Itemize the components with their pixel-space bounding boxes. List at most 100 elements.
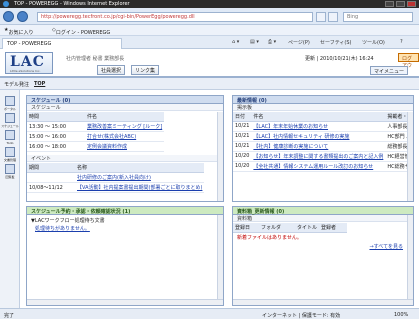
- table-row: 10/20【お知らせ】年末調整に関する書類提出のご案内と記入例HC経営管理室 経…: [233, 151, 413, 162]
- schedule-scrollbar[interactable]: [217, 112, 223, 201]
- docs-hscrollbar[interactable]: [233, 299, 413, 305]
- todo-icon[interactable]: [5, 130, 15, 140]
- nav-label-circular: 回覧板: [5, 175, 15, 179]
- favorite-item-login[interactable]: ◇ ログイン - POWEREGG: [52, 27, 110, 36]
- docs-panel: 資料箱_更新情報 (0) 資料箱 登録日 フォルダ タイトル 登録者 新着ファイルはあ…: [232, 206, 414, 306]
- event-table: 期間 名称 社内研修のご案内(新入社員向け) 10/08～11/12 【VA活動】社…: [27, 163, 205, 193]
- table-row: 10/21 【社内】健康診断の実施について 総務部長: [233, 141, 413, 152]
- docs-scrollbar[interactable]: [407, 215, 413, 300]
- nav-label-schedule: スケジュール: [1, 124, 19, 128]
- status-text: 完了: [4, 313, 15, 319]
- status-bar: 完了 インターネット | 保護モード: 有効 100%: [0, 308, 419, 319]
- reservation-scrollbar[interactable]: [217, 215, 223, 300]
- zone-indicator: インターネット | 保護モード: 有効: [262, 313, 341, 319]
- ie-logo-icon: [3, 1, 9, 7]
- news-link[interactable]: 【お知らせ】年末調整に関する書類提出のご案内と記入例: [253, 154, 383, 160]
- zoom-level[interactable]: 100%: [394, 312, 408, 318]
- news-link[interactable]: 【LAC】年末年始休業のお知らせ: [253, 124, 328, 130]
- nav-label-todo: Todo: [6, 141, 14, 145]
- news-link[interactable]: 【LAC】社内情報セキュリティ 研修の実施: [253, 134, 349, 140]
- table-row: 10/20【全社共通】情報システム運用ルール改訂のお知らせHC総務サービス部長: [233, 161, 413, 172]
- tab-top-poweregg[interactable]: TOP - POWEREGG: [2, 38, 122, 49]
- schedule-panel-title: スケジュール (0): [27, 96, 223, 104]
- address-bar-row: http://poweregg.tecfront.co.jp/cgi-bin/P…: [0, 8, 419, 25]
- portal-icon[interactable]: [5, 96, 15, 106]
- table-row: 10/21 【LAC】年末年始休業のお知らせ 人事部長: [233, 121, 413, 132]
- table-row: 10/21【LAC】社内情報セキュリティ 研修の実施HC部門 人事本部長: [233, 131, 413, 142]
- schedule-link[interactable]: 業務改善案ミーティング [ルーク]: [87, 124, 162, 130]
- news-link[interactable]: 【全社共通】情報システム運用ルール改訂のお知らせ: [253, 164, 373, 170]
- reservation-panel-title: スケジュール予約・承認・依頼確認状況 (1): [27, 207, 223, 215]
- circular-icon[interactable]: [5, 164, 15, 174]
- favorites-button[interactable]: ★ お気に入り: [4, 27, 34, 36]
- menu-model[interactable]: モデル発注: [4, 81, 29, 88]
- docs-table: 登録日 フォルダ タイトル 登録者: [233, 223, 348, 233]
- mymenu-button[interactable]: マイメニュー: [370, 66, 409, 75]
- app-header: LAC Little eSolutions Inc. 社内管理者 秘書 業務部長…: [0, 49, 419, 78]
- home-icon[interactable]: ⌂ ▾: [232, 39, 239, 45]
- page-menu[interactable]: ページ(P): [288, 39, 310, 46]
- back-button[interactable]: [3, 11, 14, 22]
- col-name: 名称: [75, 163, 205, 173]
- documents-icon[interactable]: [5, 147, 15, 157]
- workflow-empty-link[interactable]: 処理待ちがありません。: [35, 225, 90, 232]
- event-link[interactable]: 【VA活動】社内提案書提出期間(部署ごとに取りまとめ): [77, 185, 202, 191]
- news-table: 日付件名掲載者・部署 10/21【LAC】年末年始休業のお知らせ人事部長 10/…: [233, 112, 413, 172]
- table-row: 16:00 ～ 18:00 定例会議資料作成: [27, 141, 165, 152]
- news-subtitle: 掲示板: [233, 104, 413, 111]
- col-folder: フォルダ: [259, 223, 295, 233]
- nav-label-documents: 文書管理: [3, 158, 16, 162]
- left-nav: ポータル スケジュール Todo 文書管理 回覧板: [0, 90, 20, 308]
- print-icon[interactable]: ⎙ ▾: [268, 39, 276, 45]
- reservation-hscrollbar[interactable]: [27, 299, 223, 305]
- close-button[interactable]: [407, 1, 416, 7]
- workflow-heading: ▼LACワークフロー処理待ち文書: [31, 218, 105, 224]
- reservation-panel: スケジュール予約・承認・依頼確認状況 (1) ▼LACワークフロー処理待ち文書 …: [26, 206, 224, 306]
- menu-top[interactable]: TOP: [34, 81, 45, 87]
- window-title-bar: TOP - POWEREGG - Windows Internet Explor…: [0, 0, 419, 8]
- docs-panel-title: 資料箱_更新情報 (0): [233, 207, 413, 215]
- docs-empty-message: 新着ファイルはありません。: [237, 235, 302, 241]
- maximize-button[interactable]: [396, 1, 405, 7]
- app-menubar: モデル発注 TOP: [0, 78, 419, 90]
- docs-all-link[interactable]: →すべてを見る: [369, 243, 403, 250]
- links-button[interactable]: リンク集: [131, 65, 160, 75]
- schedule-link[interactable]: 定例会議資料作成: [87, 144, 127, 150]
- news-panel-title: 最新情報 (0): [233, 96, 413, 104]
- schedule-table: 時間 件名 13:30 ～ 15:00 業務改善案ミーティング [ルーク] 15:0…: [27, 112, 165, 152]
- table-row: 10/08～11/12 【VA活動】社内提案書提出期間(部署ごとに取りまとめ): [27, 182, 205, 193]
- schedule-icon[interactable]: [5, 113, 15, 123]
- search-input[interactable]: Bing: [343, 12, 413, 22]
- tools-menu[interactable]: ツール(O): [362, 39, 385, 46]
- stop-button[interactable]: [328, 12, 338, 22]
- minimize-button[interactable]: [385, 1, 394, 7]
- table-row: 15:00 ～ 16:00 打合せ(株式会社ABC): [27, 131, 165, 142]
- col-title: タイトル: [295, 223, 320, 233]
- col-registrant: 登録者: [319, 223, 348, 233]
- col-date: 日付: [233, 112, 252, 122]
- user-select-button[interactable]: 社員選択: [97, 65, 126, 75]
- user-info: 社内管理者 秘書 業務部長: [66, 56, 125, 62]
- url-input[interactable]: http://poweregg.tecfront.co.jp/cgi-bin/P…: [37, 12, 313, 22]
- schedule-panel: スケジュール (0) スケジュール 時間 件名 13:30 ～ 15:00 業務改善…: [26, 95, 224, 202]
- news-link[interactable]: 【社内】健康診断の実施について: [253, 144, 328, 150]
- table-row: 13:30 ～ 15:00 業務改善案ミーティング [ルーク]: [27, 121, 165, 132]
- refresh-button[interactable]: [316, 12, 326, 22]
- schedule-link[interactable]: 打合せ(株式会社ABC): [87, 134, 136, 140]
- forward-button[interactable]: [17, 11, 28, 22]
- event-subtitle: イベント: [27, 155, 223, 162]
- col-subject: 件名: [251, 112, 386, 122]
- logout-button[interactable]: ログアウト: [398, 53, 419, 76]
- lac-logo[interactable]: LAC Little eSolutions Inc.: [5, 52, 53, 74]
- col-registered-date: 登録日: [233, 223, 259, 233]
- col-subject: 件名: [85, 112, 165, 122]
- news-scrollbar[interactable]: [407, 112, 413, 201]
- favorites-bar: ★ お気に入り ◇ ログイン - POWEREGG: [0, 25, 419, 36]
- safety-menu[interactable]: セーフティ(S): [320, 39, 351, 46]
- feeds-icon[interactable]: ▤ ▾: [250, 39, 259, 45]
- event-link[interactable]: 社内研修のご案内(新入社員向け): [77, 175, 151, 181]
- help-icon[interactable]: ?: [400, 39, 403, 45]
- news-panel: 最新情報 (0) 掲示板 日付件名掲載者・部署 10/21【LAC】年末年始休業…: [232, 95, 414, 202]
- col-period: 期間: [27, 163, 75, 173]
- window-title: TOP - POWEREGG - Windows Internet Explor…: [14, 1, 130, 7]
